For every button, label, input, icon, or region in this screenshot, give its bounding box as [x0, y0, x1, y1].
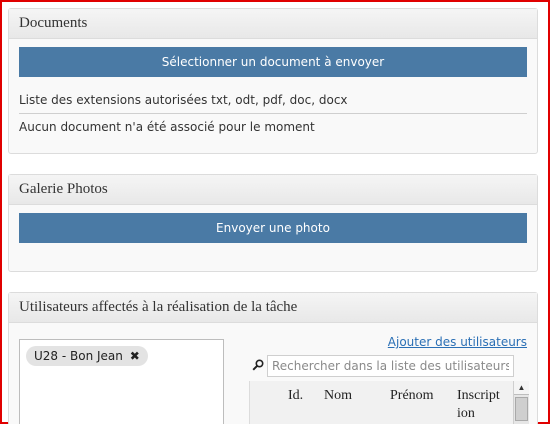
- assigned-users-panel: Utilisateurs affectés à la réalisation d…: [8, 292, 538, 424]
- column-header-inscription-part2: ion: [457, 406, 475, 421]
- column-header-inscription[interactable]: Inscript ion: [457, 387, 500, 423]
- column-header-id[interactable]: Id.: [288, 387, 303, 405]
- documents-panel: Documents Sélectionner un document à env…: [8, 8, 538, 154]
- scroll-up-arrow-icon[interactable]: ▲: [514, 381, 529, 395]
- column-header-inscription-part1: Inscript: [457, 388, 500, 403]
- remove-user-icon[interactable]: ✖: [130, 349, 140, 363]
- column-header-prenom[interactable]: Prénom: [390, 387, 434, 405]
- users-title: Utilisateurs affectés à la réalisation d…: [9, 293, 537, 323]
- magnifier-icon: [252, 359, 264, 371]
- gallery-title: Galerie Photos: [9, 175, 537, 205]
- user-tag: U28 - Bon Jean ✖: [26, 346, 148, 366]
- no-document-text: Aucun document n'a été associé pour le m…: [19, 120, 315, 134]
- table-scrollbar[interactable]: ▲: [513, 381, 529, 424]
- allowed-extensions-text: Liste des extensions autorisées txt, odt…: [19, 93, 348, 107]
- photo-gallery-panel: Galerie Photos Envoyer une photo: [8, 174, 538, 272]
- documents-title: Documents: [9, 9, 537, 39]
- user-tag-label: U28 - Bon Jean: [34, 349, 123, 363]
- add-users-link[interactable]: Ajouter des utilisateurs: [388, 335, 527, 349]
- send-photo-button[interactable]: Envoyer une photo: [19, 213, 527, 243]
- assigned-users-box[interactable]: U28 - Bon Jean ✖: [19, 339, 224, 424]
- user-search-input[interactable]: [267, 355, 514, 377]
- users-table: Id. Nom Prénom Inscript ion ▲: [249, 381, 529, 424]
- column-header-nom[interactable]: Nom: [324, 387, 352, 405]
- select-document-button[interactable]: Sélectionner un document à envoyer: [19, 47, 527, 77]
- scroll-thumb[interactable]: [515, 397, 528, 421]
